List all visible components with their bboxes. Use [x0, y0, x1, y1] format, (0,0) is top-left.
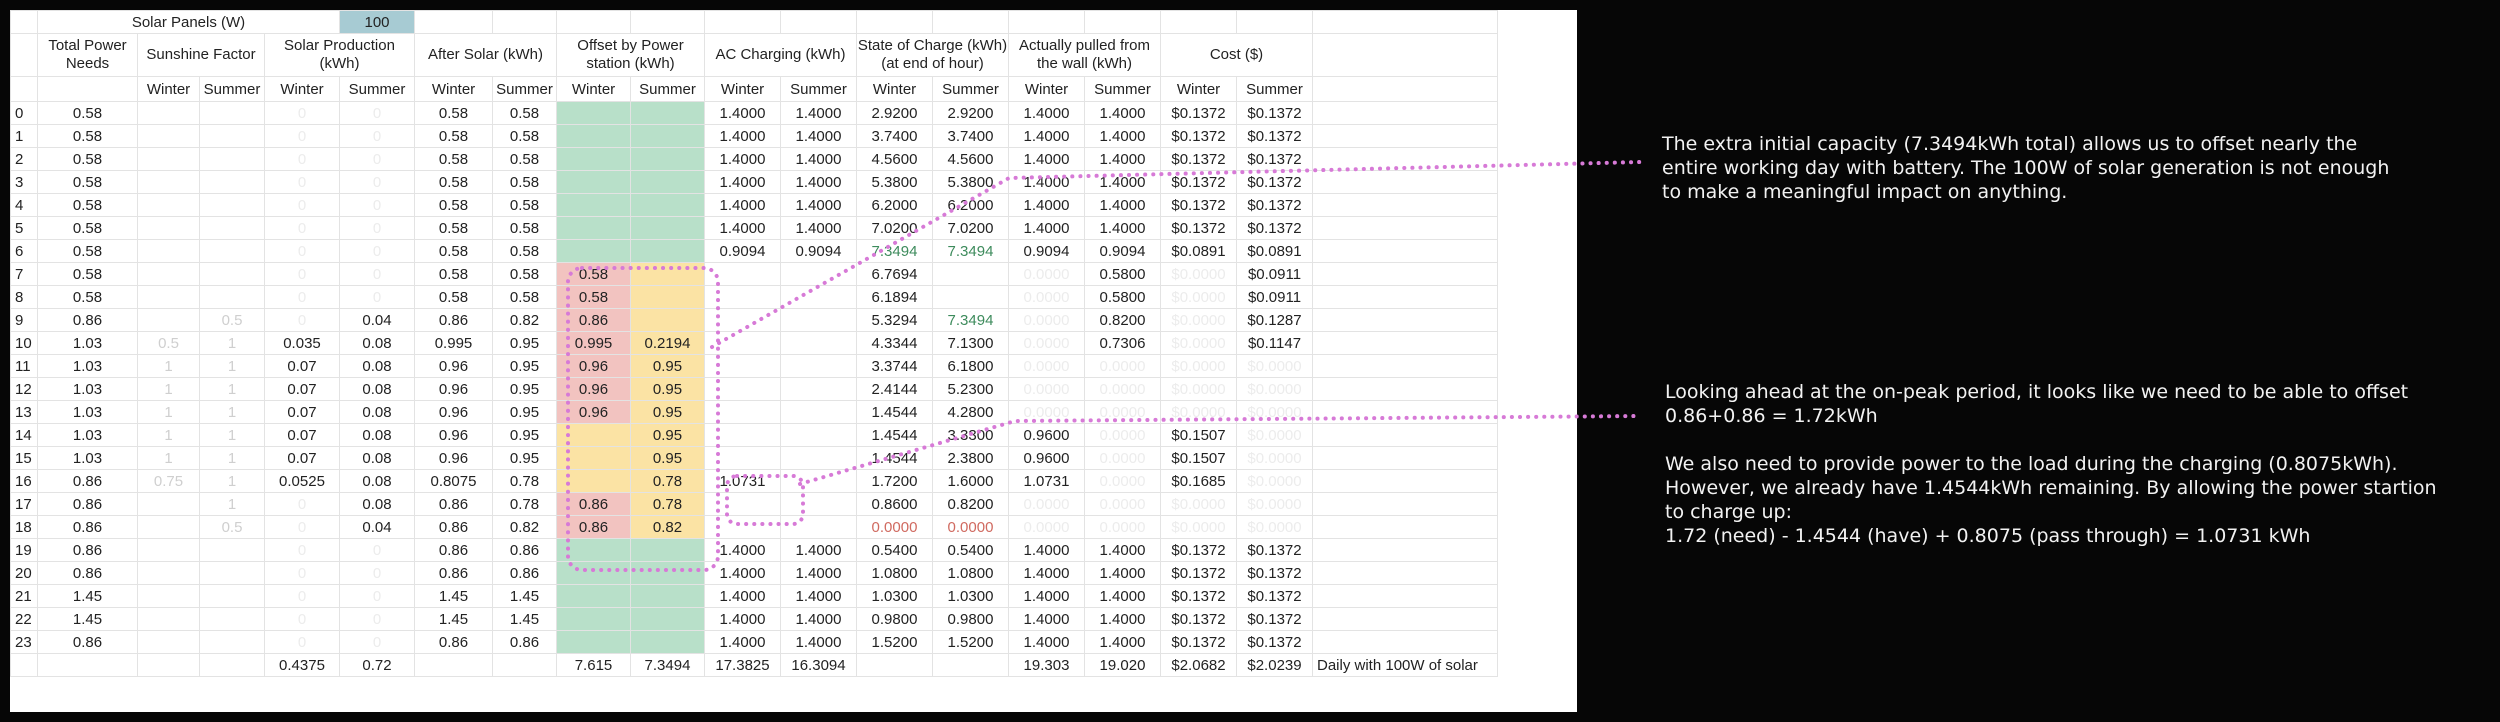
- annotation-line: Looking ahead at the on-peak period, it …: [1665, 381, 2409, 403]
- offset-block-highlight: [566, 266, 720, 572]
- callout-line-2: [798, 414, 1642, 486]
- annotation-line: [1665, 428, 2437, 452]
- annotation-line: 0.86+0.86 = 1.72kWh: [1665, 405, 1878, 427]
- charging-cell-highlight: [725, 474, 805, 526]
- annotation-line: entire working day with battery. The 100…: [1662, 157, 2390, 179]
- annotation-line: to make a meaningful impact on anything.: [1662, 181, 2068, 203]
- annotation-line: to charge up:: [1665, 501, 1793, 523]
- annotation-peak-offset: Looking ahead at the on-peak period, it …: [1665, 380, 2437, 548]
- callout-line-1: [710, 160, 1642, 349]
- annotation-line: However, we already have 1.4544kWh remai…: [1665, 477, 2437, 499]
- annotation-line: The extra initial capacity (7.3494kWh to…: [1662, 133, 2358, 155]
- annotation-capacity: The extra initial capacity (7.3494kWh to…: [1662, 132, 2389, 204]
- annotation-line: We also need to provide power to the loa…: [1665, 453, 2398, 475]
- annotation-layer: [566, 160, 1642, 572]
- annotation-line: 1.72 (need) - 1.4544 (have) + 0.8075 (pa…: [1665, 525, 2311, 547]
